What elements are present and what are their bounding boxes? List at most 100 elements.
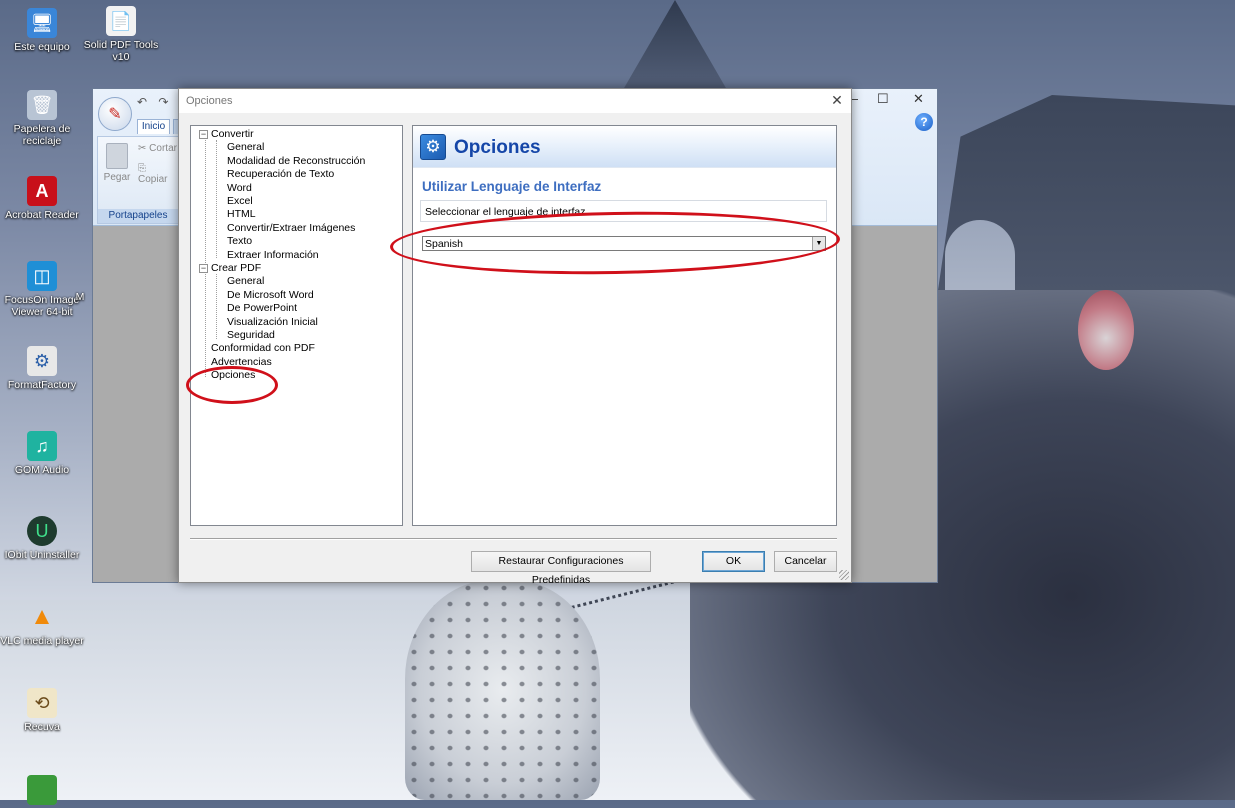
desktop-icon-acrobat[interactable]: A Acrobat Reader bbox=[0, 176, 84, 221]
desktop-icon-label: Este equipo bbox=[14, 41, 70, 53]
dialog-divider bbox=[190, 538, 837, 540]
dropdown-arrow-icon[interactable]: ▼ bbox=[812, 237, 825, 250]
app-logo-icon[interactable]: ✎ bbox=[98, 97, 132, 131]
tree-item-label: Seguridad bbox=[227, 329, 275, 341]
tree-item-label: De PowerPoint bbox=[227, 302, 298, 314]
section-title: Utilizar Lenguaje de Interfaz bbox=[422, 179, 602, 194]
tree-item-crear-general[interactable]: General bbox=[227, 275, 264, 288]
tree-item-visualizacion[interactable]: Visualización Inicial bbox=[227, 316, 318, 329]
panel-title: Opciones bbox=[454, 137, 541, 158]
ribbon-group-portapapeles: Pegar ✂ Cortar ⎘ Copiar Portapapeles bbox=[97, 136, 179, 224]
desktop-icon-focuson[interactable]: ◫ FocusOn Image Viewer 64-bit bbox=[0, 261, 84, 318]
tree-item-label: Recuperación de Texto bbox=[227, 168, 335, 180]
ok-button[interactable]: OK bbox=[702, 551, 765, 572]
copy-label: Copiar bbox=[138, 174, 168, 185]
desktop-icon-label: IObit Uninstaller bbox=[4, 549, 80, 561]
tree-item-recuperacion[interactable]: Recuperación de Texto bbox=[227, 168, 334, 181]
paste-button[interactable]: Pegar bbox=[102, 143, 132, 183]
collapse-toggle-icon[interactable]: − bbox=[199, 130, 208, 139]
desktop-icon-vlc[interactable]: ▲ VLC media player bbox=[0, 602, 84, 647]
desktop-icon-papelera[interactable]: 🗑 Papelera de reciclaje bbox=[0, 90, 84, 147]
tree-connector bbox=[205, 140, 206, 377]
restore-defaults-button[interactable]: Restaurar Configuraciones Predefinidas bbox=[471, 551, 651, 586]
scissors-icon: ✂ bbox=[138, 143, 147, 154]
tree-item-reconstruccion[interactable]: Modalidad de Reconstrucción bbox=[227, 155, 365, 168]
recycle-bin-icon: 🗑 bbox=[27, 90, 57, 120]
tree-item-html[interactable]: HTML bbox=[227, 208, 256, 221]
tree-item-imagenes[interactable]: Convertir/Extraer Imágenes bbox=[227, 222, 355, 235]
copy-button[interactable]: ⎘ Copiar bbox=[138, 163, 178, 185]
tree-item-powerpoint[interactable]: De PowerPoint bbox=[227, 302, 297, 315]
tree-item-word[interactable]: Word bbox=[227, 182, 252, 195]
dialog-titlebar[interactable]: Opciones ✕ bbox=[179, 89, 851, 113]
tree-item-label: Modalidad de Reconstrucción bbox=[227, 155, 366, 167]
tree-item-label: Excel bbox=[227, 195, 253, 207]
desktop-icon-label: Papelera de reciclaje bbox=[13, 123, 71, 147]
panel-header: ⚙ Opciones bbox=[413, 126, 836, 168]
tree-item-label: General bbox=[227, 141, 265, 153]
cancel-button[interactable]: Cancelar bbox=[774, 551, 837, 572]
collapse-toggle-icon[interactable]: − bbox=[199, 264, 208, 273]
desktop-icon-gom-audio[interactable]: ♫ GOM Audio bbox=[0, 431, 84, 476]
tree-item-seguridad[interactable]: Seguridad bbox=[227, 329, 275, 342]
tree-item-label: Opciones bbox=[211, 369, 256, 381]
help-icon[interactable]: ? bbox=[915, 113, 933, 131]
computer-icon: 🖥 bbox=[27, 8, 57, 38]
tree-item-label: General bbox=[227, 275, 265, 287]
tree-item-texto[interactable]: Texto bbox=[227, 235, 252, 248]
quick-access-toolbar[interactable]: ↶ ↷ bbox=[137, 95, 172, 109]
tree-item-label: Convertir bbox=[211, 128, 254, 140]
language-field-label-box: Seleccionar el lenguaje de interfaz bbox=[420, 200, 827, 222]
tree-item-opciones[interactable]: Opciones bbox=[211, 369, 255, 382]
options-panel: ⚙ Opciones Utilizar Lenguaje de Interfaz… bbox=[412, 125, 837, 526]
resize-grip-icon[interactable] bbox=[839, 570, 849, 580]
desktop-icon-formatfactory[interactable]: ⚙ FormatFactory bbox=[0, 346, 84, 391]
copy-icon: ⎘ bbox=[138, 163, 146, 174]
language-dropdown[interactable]: Spanish ▼ bbox=[422, 236, 826, 251]
clipboard-icon bbox=[106, 143, 128, 169]
desktop-icon-label: M bbox=[75, 291, 85, 303]
desktop-icon-label: VLC media player bbox=[0, 635, 84, 647]
window-close-button[interactable]: ✕ bbox=[913, 91, 924, 107]
dialog-close-button[interactable]: ✕ bbox=[829, 92, 845, 108]
tree-item-conformidad[interactable]: Conformidad con PDF bbox=[211, 342, 315, 355]
maximize-button[interactable]: ☐ bbox=[877, 91, 889, 107]
options-tree[interactable]: − Convertir General Modalidad de Reconst… bbox=[190, 125, 403, 526]
desktop-icon-partial-bottom[interactable] bbox=[0, 775, 84, 808]
options-dialog: Opciones ✕ − Convertir General Modalidad… bbox=[178, 88, 852, 586]
tab-inicio[interactable]: Inicio bbox=[137, 119, 170, 134]
desktop-icon-recuva[interactable]: ⟲ Recuva bbox=[0, 688, 84, 733]
dialog-title: Opciones bbox=[186, 95, 233, 107]
tree-item-label: Word bbox=[227, 182, 252, 194]
paste-label: Pegar bbox=[103, 172, 131, 183]
tree-connector bbox=[216, 140, 217, 258]
tree-item-excel[interactable]: Excel bbox=[227, 195, 253, 208]
desktop-icon-label: FormatFactory bbox=[7, 379, 77, 391]
wallpaper-tree bbox=[620, 0, 730, 95]
desktop-icon-label: Recuva bbox=[24, 721, 60, 733]
vlc-icon: ▲ bbox=[30, 603, 54, 630]
cut-button[interactable]: ✂ Cortar bbox=[138, 143, 177, 154]
tree-item-extraer-informacion[interactable]: Extraer Información bbox=[227, 249, 319, 262]
acrobat-icon: A bbox=[27, 176, 57, 206]
recuva-icon: ⟲ bbox=[27, 688, 57, 718]
desktop-icon-label: Solid PDF Tools v10 bbox=[83, 39, 159, 63]
tree-item-label: Texto bbox=[227, 235, 253, 247]
tree-item-label: Crear PDF bbox=[211, 262, 262, 274]
cut-label: Cortar bbox=[149, 143, 177, 154]
tree-item-microsoft-word[interactable]: De Microsoft Word bbox=[227, 289, 314, 302]
desktop-icon-este-equipo[interactable]: 🖥 Este equipo bbox=[0, 8, 84, 53]
wallpaper-woman-head bbox=[1078, 290, 1134, 370]
tree-item-label: Extraer Información bbox=[227, 249, 319, 261]
tree-item-label: Advertencias bbox=[211, 356, 272, 368]
focuson-icon: ◫ bbox=[27, 261, 57, 291]
tree-item-label: Convertir/Extraer Imágenes bbox=[227, 222, 356, 234]
desktop-icon-iobit[interactable]: U IObit Uninstaller bbox=[0, 516, 84, 561]
tree-connector bbox=[216, 274, 217, 339]
iobit-icon: U bbox=[27, 516, 57, 546]
tree-item-advertencias[interactable]: Advertencias bbox=[211, 356, 272, 369]
desktop-icon-solid-pdf[interactable]: 📄 Solid PDF Tools v10 bbox=[79, 6, 163, 63]
tree-item-general[interactable]: General bbox=[227, 141, 264, 154]
desktop-icon-label: GOM Audio bbox=[14, 464, 70, 476]
tree-item-label: De Microsoft Word bbox=[227, 289, 314, 301]
